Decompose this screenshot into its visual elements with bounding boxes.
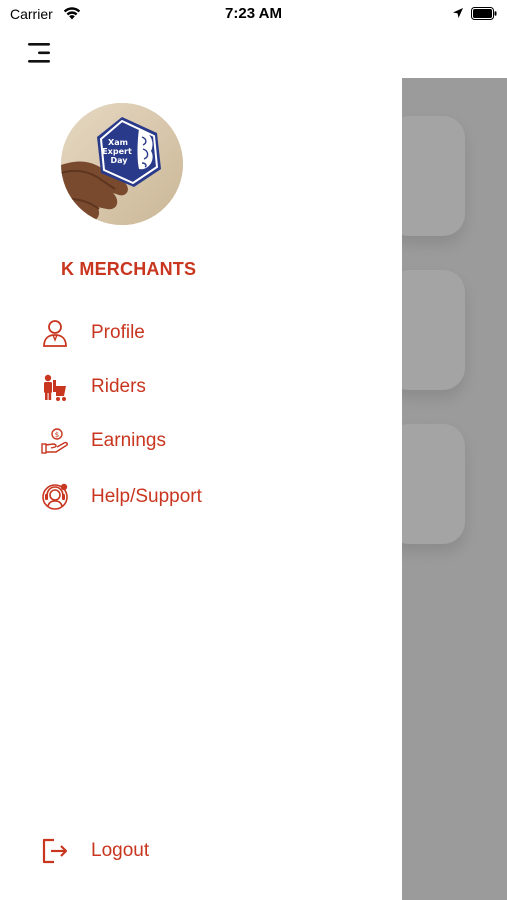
nav-item-label: Help/Support <box>91 486 202 507</box>
avatar[interactable]: Xam Expert Day <box>61 103 183 225</box>
nav-item-profile[interactable]: Profile <box>40 316 360 352</box>
merchant-name: K MERCHANTS <box>61 259 197 279</box>
nav-item-label: Riders <box>91 376 146 397</box>
app-screen: Carrier 7:23 AM Xam Expert Day K MERCHAN… <box>0 0 507 900</box>
person-icon <box>43 320 67 347</box>
clock-time: 7:23 AM <box>225 5 282 22</box>
logout-label: Logout <box>91 840 150 861</box>
hamburger-menu-icon <box>28 43 50 63</box>
nav-item-help-support[interactable]: Help/Support <box>40 480 360 516</box>
logout-button[interactable]: Logout <box>40 834 360 870</box>
side-drawer: Carrier 7:23 AM Xam Expert Day K MERCHAN… <box>0 0 497 900</box>
svg-text:Expert: Expert <box>102 147 132 156</box>
svg-text:Xam: Xam <box>108 138 128 147</box>
location-arrow-icon <box>453 8 463 18</box>
logout-icon <box>42 838 68 864</box>
rider-icon <box>44 374 66 401</box>
nav-item-label: Earnings <box>91 430 166 451</box>
battery-icon <box>471 7 497 20</box>
nav-item-earnings[interactable]: $ Earnings <box>40 424 360 460</box>
earnings-icon: $ <box>41 428 68 454</box>
svg-text:Day: Day <box>110 156 128 165</box>
nav-item-label: Profile <box>91 322 145 343</box>
nav-item-riders[interactable]: Riders <box>40 370 360 406</box>
avatar-image: Xam Expert Day <box>61 103 183 225</box>
status-bar: Carrier 7:23 AM <box>0 0 507 30</box>
svg-text:$: $ <box>55 431 59 439</box>
support-icon <box>42 483 68 510</box>
menu-button[interactable] <box>26 40 54 66</box>
